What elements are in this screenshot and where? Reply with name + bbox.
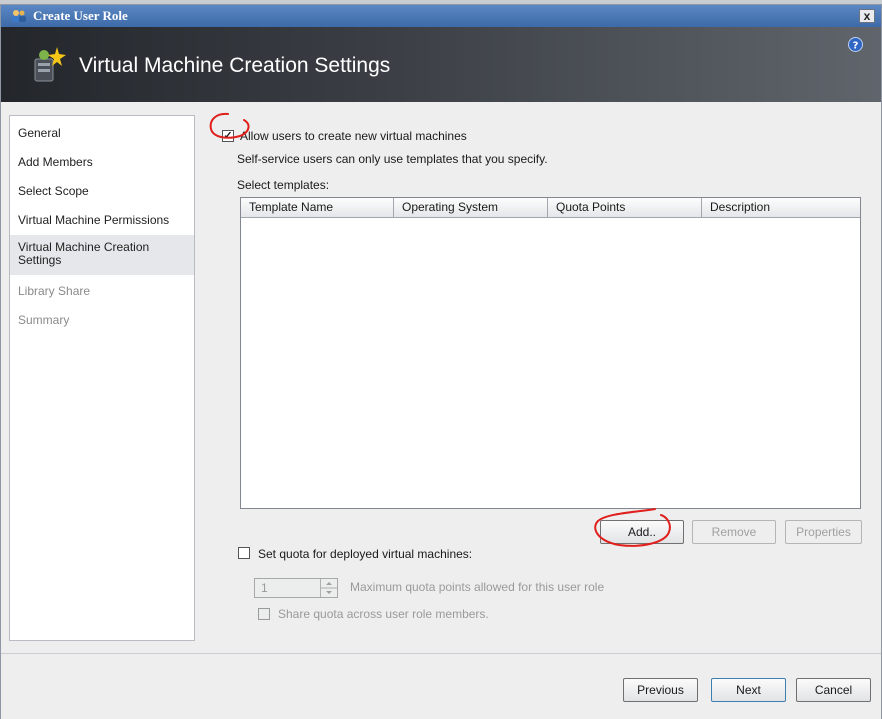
sidebar-item-select-scope[interactable]: Select Scope bbox=[10, 184, 194, 202]
next-button[interactable]: Next bbox=[711, 678, 786, 702]
remove-template-button[interactable]: Remove bbox=[692, 520, 776, 544]
window-title: Create User Role bbox=[33, 8, 128, 23]
cancel-button[interactable]: Cancel bbox=[796, 678, 871, 702]
column-operating-system[interactable]: Operating System bbox=[394, 198, 548, 217]
quota-points-stepper[interactable]: 1 bbox=[254, 578, 338, 598]
set-quota-checkbox[interactable] bbox=[238, 547, 250, 559]
close-button[interactable]: x bbox=[859, 9, 875, 23]
page-title: Virtual Machine Creation Settings bbox=[79, 54, 391, 77]
templates-table-header: Template Name Operating System Quota Poi… bbox=[241, 198, 860, 218]
share-quota-checkbox[interactable] bbox=[258, 608, 270, 620]
share-quota-label: Share quota across user role members. bbox=[278, 607, 489, 621]
set-quota-label[interactable]: Set quota for deployed virtual machines: bbox=[258, 547, 472, 561]
users-icon bbox=[12, 10, 26, 22]
select-templates-label: Select templates: bbox=[237, 178, 330, 192]
sidebar-item-add-members[interactable]: Add Members bbox=[10, 155, 194, 173]
sidebar-item-vm-permissions[interactable]: Virtual Machine Permissions bbox=[10, 213, 194, 231]
sidebar-item-general[interactable]: General bbox=[10, 126, 194, 144]
column-quota-points[interactable]: Quota Points bbox=[548, 198, 702, 217]
spin-arrows-icon bbox=[321, 582, 337, 594]
template-properties-button[interactable]: Properties bbox=[785, 520, 862, 544]
templates-hint-text: Self-service users can only use template… bbox=[237, 152, 548, 166]
quota-points-value: 1 bbox=[261, 581, 268, 595]
previous-button[interactable]: Previous bbox=[623, 678, 698, 702]
quota-spin-buttons[interactable] bbox=[320, 579, 337, 597]
wizard-footer: Previous Next Cancel bbox=[1, 653, 881, 719]
sidebar-item-library-share[interactable]: Library Share bbox=[10, 284, 194, 302]
annotation-circle-add-button bbox=[594, 508, 671, 547]
main-panel: ✓ Allow users to create new virtual mach… bbox=[204, 115, 872, 641]
sidebar-item-summary[interactable]: Summary bbox=[10, 313, 194, 331]
allow-create-vms-label[interactable]: Allow users to create new virtual machin… bbox=[240, 129, 467, 143]
svg-text:?: ? bbox=[853, 41, 859, 52]
column-template-name[interactable]: Template Name bbox=[241, 198, 394, 217]
annotation-circle-checkbox bbox=[209, 112, 250, 139]
wizard-user-icon bbox=[34, 47, 66, 82]
title-bar[interactable]: Create User Role x bbox=[1, 5, 881, 27]
templates-table[interactable]: Template Name Operating System Quota Poi… bbox=[240, 197, 861, 509]
max-quota-label: Maximum quota points allowed for this us… bbox=[350, 580, 605, 594]
create-user-role-dialog: Create User Role x Virtual Machine Creat… bbox=[0, 4, 882, 719]
help-icon[interactable]: ? bbox=[848, 37, 863, 52]
sidebar-item-vm-creation-settings[interactable]: Virtual Machine Creation Settings bbox=[10, 235, 194, 275]
wizard-header: Virtual Machine Creation Settings ? bbox=[1, 27, 881, 102]
column-description[interactable]: Description bbox=[702, 198, 860, 217]
wizard-nav: General Add Members Select Scope Virtual… bbox=[9, 115, 195, 641]
